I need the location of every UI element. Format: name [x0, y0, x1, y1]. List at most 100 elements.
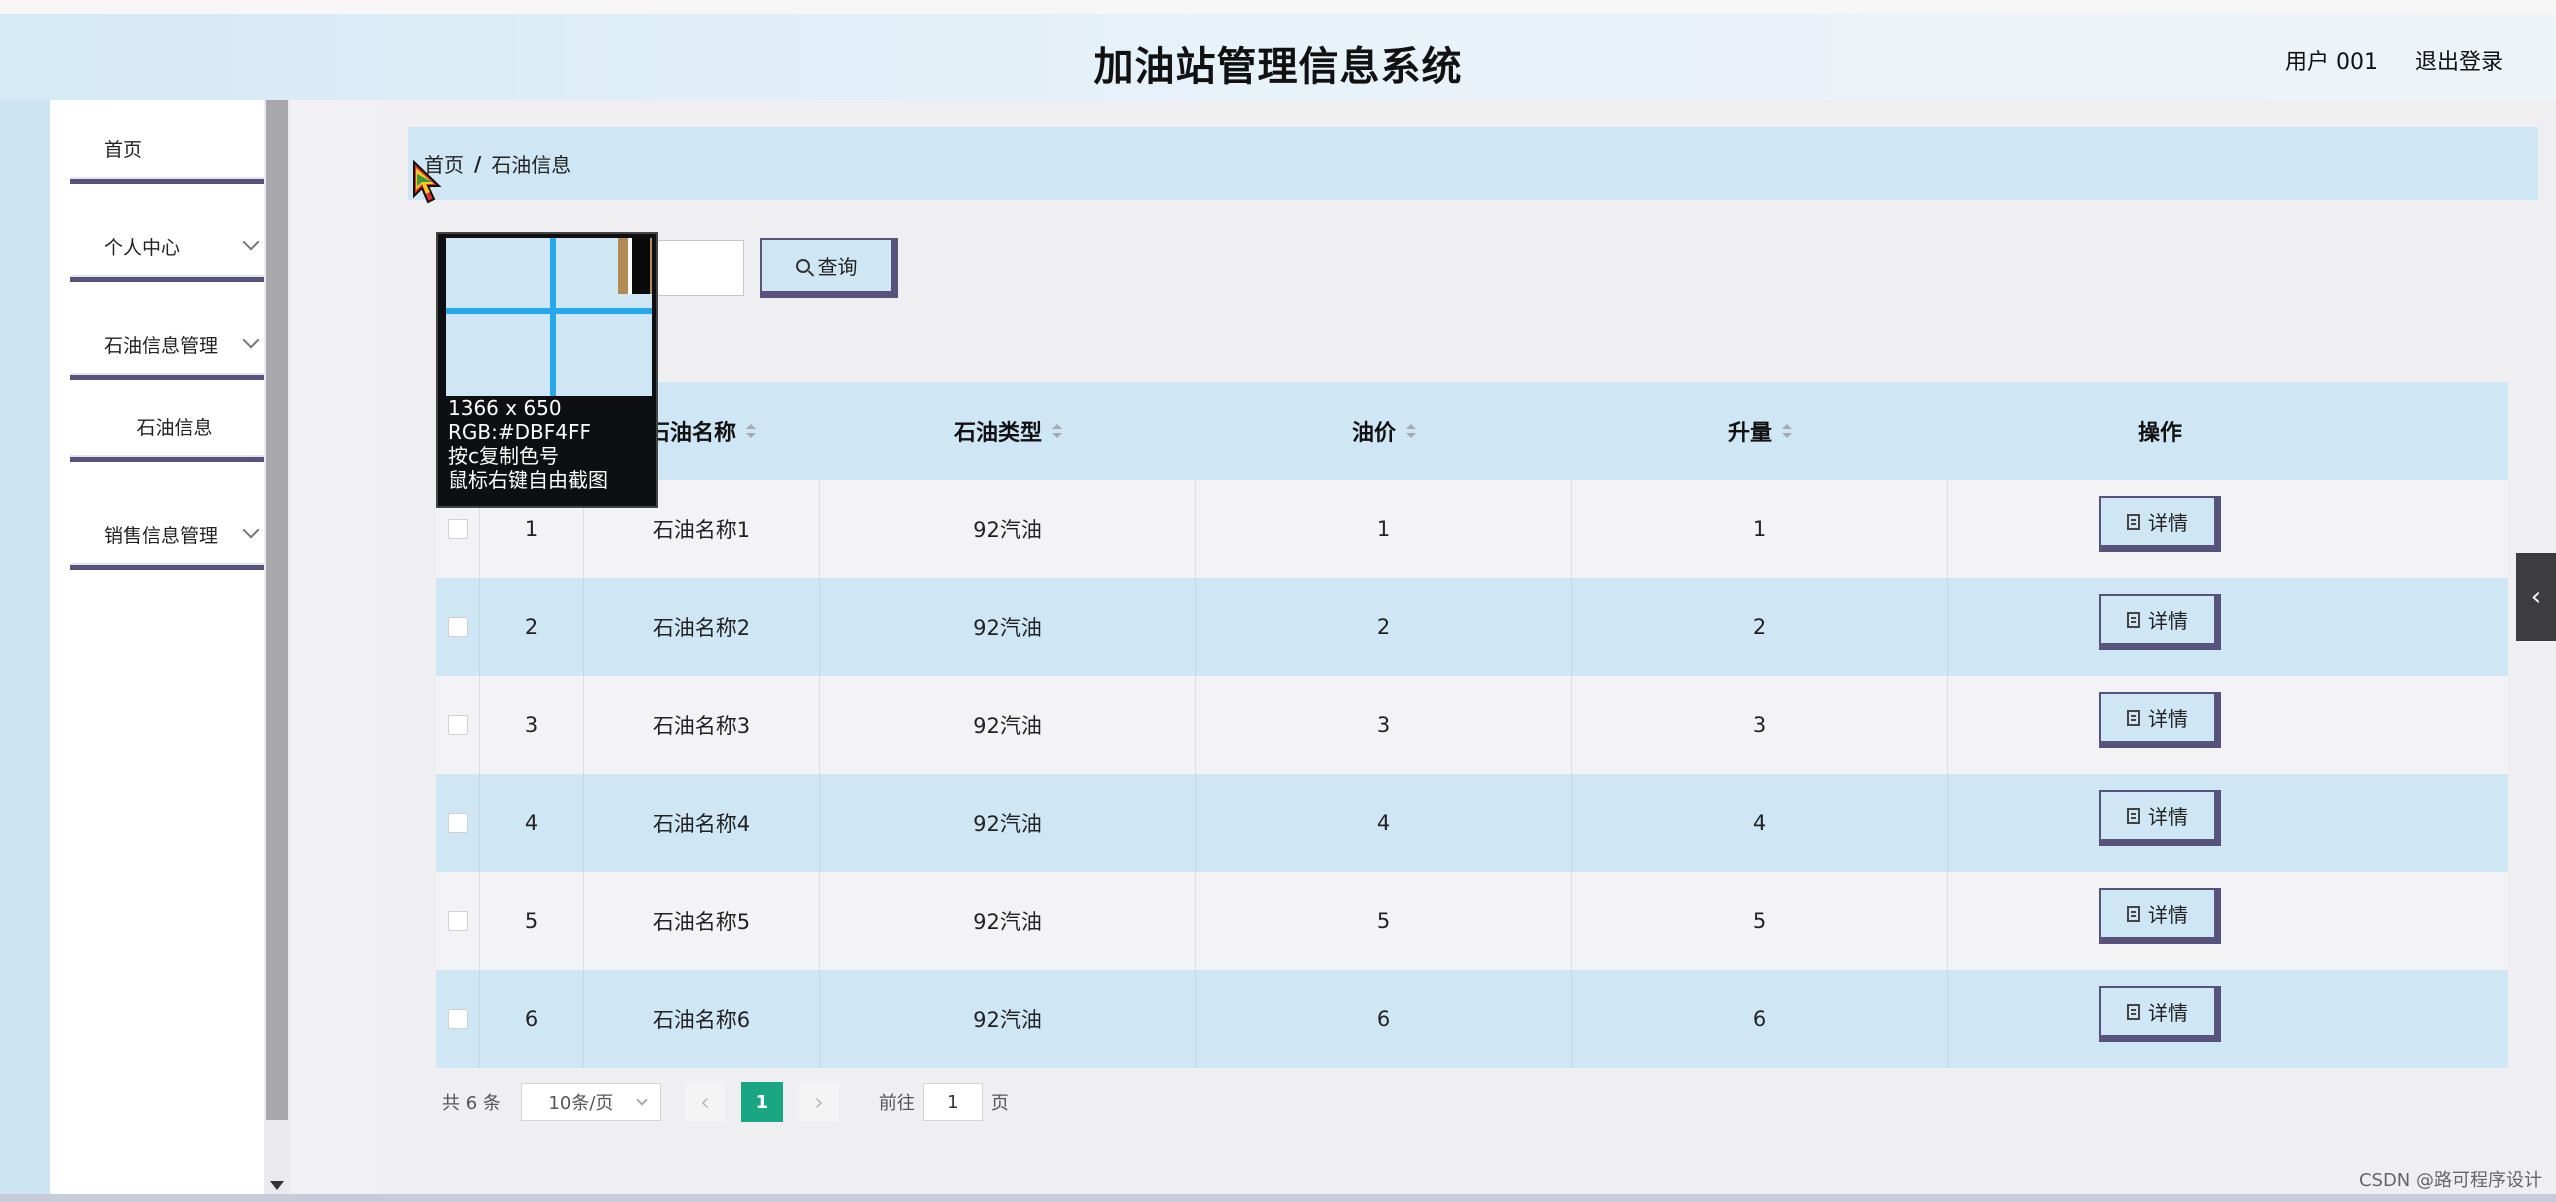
cell-volume: 2 — [1572, 578, 1948, 676]
sidebar-scrollbar[interactable] — [264, 100, 290, 1202]
table-row: 6 石油名称6 92汽油 6 6 详情 — [436, 970, 2508, 1068]
prev-page-button[interactable]: ‹ — [684, 1082, 725, 1122]
detail-button-label: 详情 — [2148, 1001, 2188, 1025]
crosshair-horizontal — [446, 308, 652, 314]
row-checkbox[interactable] — [447, 911, 468, 931]
detail-button[interactable]: 详情 — [2099, 692, 2221, 748]
watermark: CSDN @路可程序设计 — [2358, 1170, 2542, 1191]
row-checkbox[interactable] — [447, 1009, 468, 1029]
sidebar: 首页 个人中心 石油信息管理 石油信息 销售信息管理 — [50, 100, 284, 1202]
page-unit-label: 页 — [990, 1093, 1009, 1114]
search-button-label: 查询 — [817, 255, 858, 279]
chevron-right-icon: › — [814, 1088, 824, 1116]
cell-price: 5 — [1196, 872, 1572, 970]
picker-rgb: RGB:#DBF4FF — [448, 420, 591, 444]
sidebar-item-oil-management[interactable]: 石油信息管理 — [70, 314, 284, 380]
cell-type: 92汽油 — [820, 970, 1196, 1068]
table-header: 石油名称 石油类型 油价 升量 操作 — [436, 382, 2508, 480]
document-icon — [2127, 709, 2140, 726]
app-title: 加油站管理信息系统 — [1093, 44, 1463, 90]
picker-info: 1366 x 650 RGB:#DBF4FF 按c复制色号 鼠标右键自由截图 — [448, 396, 654, 492]
detail-button[interactable]: 详情 — [2099, 790, 2221, 846]
color-picker-overlay: 1366 x 650 RGB:#DBF4FF 按c复制色号 鼠标右键自由截图 — [436, 232, 658, 508]
sidebar-item-label: 石油信息管理 — [104, 335, 219, 357]
row-checkbox[interactable] — [447, 715, 468, 735]
cell-volume: 1 — [1572, 480, 1948, 578]
sidebar-item-label: 首页 — [104, 139, 143, 161]
cell-price: 4 — [1196, 774, 1572, 872]
sidebar-item-oil-info[interactable]: 石油信息 — [70, 396, 284, 462]
sidebar-item-label: 石油信息 — [136, 417, 213, 439]
document-icon — [2127, 611, 2140, 628]
header-label: 升量 — [1727, 421, 1772, 446]
document-icon — [2127, 807, 2140, 824]
breadcrumb: 首页 / 石油信息 — [408, 127, 2538, 200]
header-oil-type[interactable]: 石油类型 — [820, 382, 1196, 480]
header-label: 石油类型 — [953, 421, 1042, 446]
picker-capture-hint: 鼠标右键自由截图 — [448, 468, 608, 492]
document-icon — [2127, 1003, 2140, 1020]
cell-price: 6 — [1196, 970, 1572, 1068]
detail-button-label: 详情 — [2148, 511, 2188, 535]
sort-icon[interactable] — [1052, 424, 1062, 438]
row-select-cell — [436, 872, 480, 970]
detail-button[interactable]: 详情 — [2099, 986, 2221, 1042]
breadcrumb-separator: / — [474, 151, 482, 176]
cell-price: 1 — [1196, 480, 1572, 578]
cell-type: 92汽油 — [820, 480, 1196, 578]
table-row: 2 石油名称2 92汽油 2 2 详情 — [436, 578, 2508, 676]
sort-icon[interactable] — [1782, 424, 1792, 438]
search-button[interactable]: 查询 — [760, 238, 898, 298]
cell-volume: 4 — [1572, 774, 1948, 872]
header-label: 石油名称 — [647, 421, 736, 446]
chevron-down-icon — [636, 1094, 648, 1106]
top-header: 加油站管理信息系统 用户 001 退出登录 — [0, 0, 2556, 100]
row-checkbox[interactable] — [447, 617, 468, 637]
scroll-down-icon[interactable] — [270, 1181, 284, 1190]
crosshair-vertical — [550, 238, 556, 396]
page-number-button[interactable]: 1 — [740, 1082, 783, 1122]
header-actions: 操作 — [1948, 382, 2372, 480]
pagination-total: 共 6 条 — [442, 1093, 501, 1114]
sidebar-item-personal-center[interactable]: 个人中心 — [70, 216, 284, 282]
cell-index: 5 — [480, 872, 584, 970]
chevron-left-icon: ‹ — [700, 1088, 710, 1116]
cell-index: 6 — [480, 970, 584, 1068]
pagination: 共 6 条 10条/页 ‹ 1 › 前往 页 — [442, 1082, 1009, 1122]
cell-type: 92汽油 — [820, 578, 1196, 676]
header-label: 油价 — [1351, 421, 1396, 446]
detail-button-label: 详情 — [2148, 805, 2188, 829]
row-action-cell: 详情 — [1948, 480, 2372, 578]
cell-name: 石油名称2 — [584, 578, 820, 676]
row-action-cell: 详情 — [1948, 970, 2372, 1068]
next-page-button[interactable]: › — [798, 1082, 839, 1122]
cell-type: 92汽油 — [820, 872, 1196, 970]
breadcrumb-current: 石油信息 — [491, 153, 572, 177]
detail-button[interactable]: 详情 — [2099, 496, 2221, 552]
goto-page-input[interactable] — [922, 1083, 983, 1121]
cell-index: 3 — [480, 676, 584, 774]
detail-button-label: 详情 — [2148, 903, 2188, 927]
row-action-cell: 详情 — [1948, 774, 2372, 872]
cell-index: 2 — [480, 578, 584, 676]
scrollbar-thumb[interactable] — [266, 100, 288, 1120]
detail-button-label: 详情 — [2148, 609, 2188, 633]
table-row: 1 石油名称1 92汽油 1 1 详情 — [436, 480, 2508, 578]
page-size-select[interactable]: 10条/页 — [520, 1083, 661, 1121]
picker-size: 1366 x 650 — [448, 396, 562, 420]
sort-icon[interactable] — [1406, 424, 1416, 438]
header-volume[interactable]: 升量 — [1572, 382, 1948, 480]
cell-volume: 6 — [1572, 970, 1948, 1068]
logout-link[interactable]: 退出登录 — [2415, 44, 2503, 76]
header-oil-price[interactable]: 油价 — [1196, 382, 1572, 480]
sidebar-item-home[interactable]: 首页 — [70, 118, 284, 184]
sidebar-item-sales-management[interactable]: 销售信息管理 — [70, 504, 284, 570]
detail-button[interactable]: 详情 — [2099, 888, 2221, 944]
chevron-down-icon — [242, 521, 260, 539]
collapse-panel-button[interactable]: ‹ — [2516, 553, 2556, 641]
cell-name: 石油名称6 — [584, 970, 820, 1068]
row-checkbox[interactable] — [447, 519, 468, 539]
row-checkbox[interactable] — [447, 813, 468, 833]
sort-icon[interactable] — [746, 424, 756, 438]
detail-button[interactable]: 详情 — [2099, 594, 2221, 650]
